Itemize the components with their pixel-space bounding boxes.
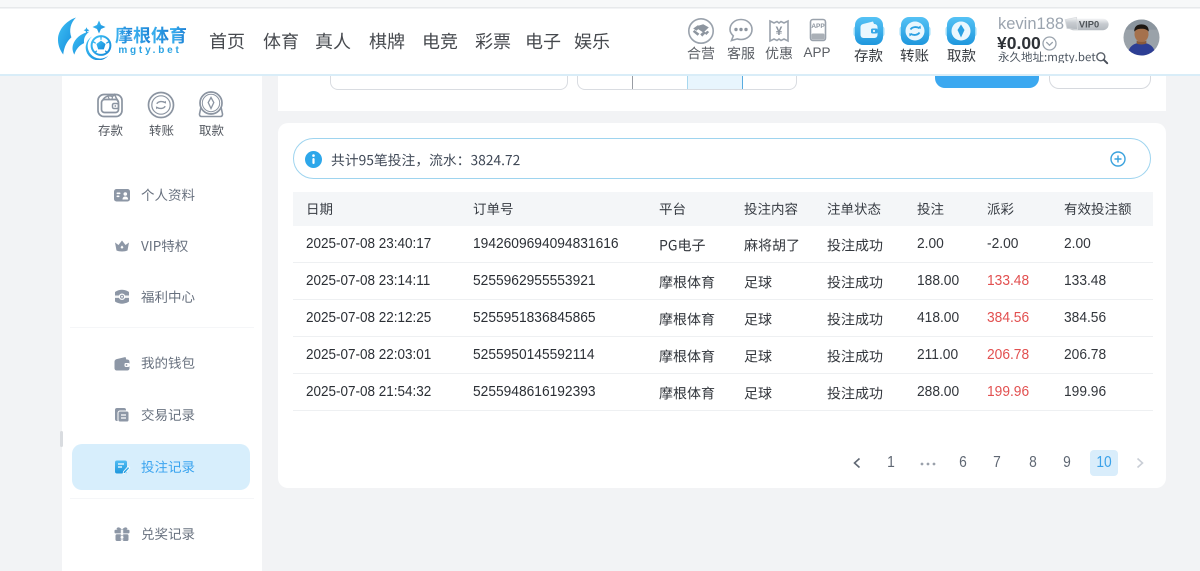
- svg-text:VIP0: VIP0: [1079, 20, 1099, 30]
- svg-text:¥: ¥: [776, 24, 783, 38]
- svg-text:APP: APP: [811, 23, 825, 30]
